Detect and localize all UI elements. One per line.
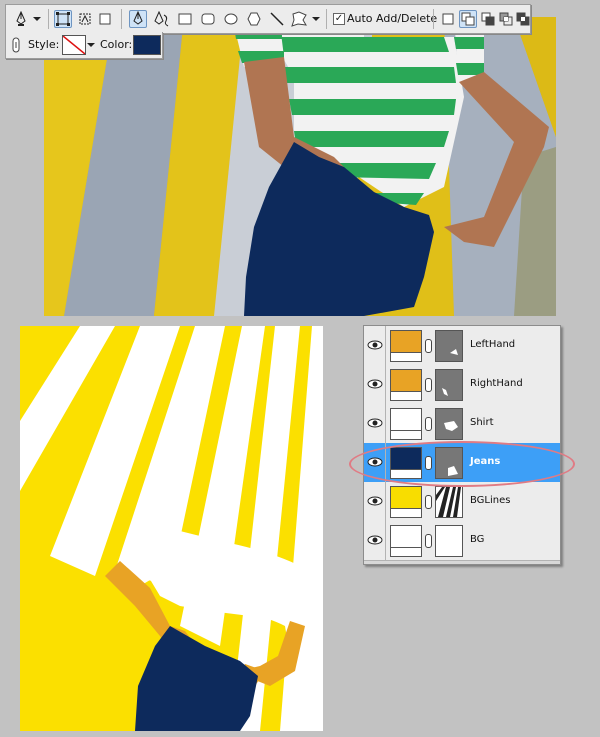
layer-thumbnail [390, 486, 422, 518]
custom-shape-dropdown-icon[interactable] [311, 10, 321, 28]
custom-shape-icon[interactable] [290, 10, 308, 28]
visibility-eye-icon[interactable] [367, 416, 383, 430]
highlight-ellipse [349, 441, 575, 487]
link-chain-icon[interactable] [425, 378, 432, 392]
vector-mask-thumbnail[interactable] [435, 330, 463, 362]
pen-tool-icon[interactable] [129, 10, 147, 28]
options-bar: ✓ Auto Add/Delete [5, 4, 531, 34]
rectangle-tool-icon[interactable] [176, 10, 194, 28]
exclude-shape-icon[interactable] [514, 10, 532, 28]
photo-canvas [44, 17, 556, 316]
layer-row-lefthand[interactable]: LeftHand [364, 326, 560, 366]
vector-mask-thumbnail[interactable] [435, 486, 463, 518]
auto-add-delete-label: Auto Add/Delete [347, 12, 438, 25]
layer-thumbnail [390, 408, 422, 440]
vector-mask-thumbnail[interactable] [435, 525, 463, 557]
subtract-shape-icon[interactable] [479, 10, 497, 28]
layer-name: BGLines [470, 495, 511, 506]
color-swatch[interactable] [133, 35, 161, 55]
ellipse-tool-icon[interactable] [222, 10, 240, 28]
layer-thumbnail [390, 330, 422, 362]
visibility-eye-icon[interactable] [367, 377, 383, 391]
auto-add-delete-checkbox[interactable]: ✓ [333, 13, 345, 25]
pen-tool-preset-icon[interactable] [12, 10, 30, 28]
style-dropdown-icon[interactable] [86, 36, 96, 54]
style-label: Style: [28, 38, 60, 51]
layer-name: RightHand [470, 378, 523, 389]
rounded-rectangle-icon[interactable] [199, 10, 217, 28]
line-tool-icon[interactable] [268, 10, 286, 28]
reference-photo [44, 17, 556, 316]
new-shape-area-icon[interactable] [439, 10, 457, 28]
link-chain-icon[interactable] [425, 417, 432, 431]
link-chain-icon[interactable] [425, 339, 432, 353]
add-to-shape-icon[interactable] [459, 10, 477, 28]
layer-name: Shirt [470, 417, 494, 428]
layer-row-bg[interactable]: BG [364, 521, 560, 561]
layer-row-shirt[interactable]: Shirt [364, 404, 560, 444]
layer-row-bglines[interactable]: BGLines [364, 482, 560, 522]
shape-layers-icon[interactable] [54, 10, 72, 28]
visibility-eye-icon[interactable] [367, 494, 383, 508]
fill-pixels-icon[interactable] [96, 10, 114, 28]
layer-name: LeftHand [470, 339, 516, 350]
vector-mask-thumbnail[interactable] [435, 369, 463, 401]
style-swatch[interactable] [62, 35, 86, 55]
layer-thumbnail [390, 525, 422, 557]
polygon-tool-icon[interactable] [245, 10, 263, 28]
illustration-canvas [20, 326, 323, 731]
visibility-eye-icon[interactable] [367, 533, 383, 547]
intersect-shape-icon[interactable] [497, 10, 515, 28]
layer-thumbnail [390, 369, 422, 401]
layer-name: BG [470, 534, 485, 545]
color-label: Color: [100, 38, 133, 51]
paths-mode-icon[interactable] [76, 10, 94, 28]
vector-illustration [20, 326, 323, 731]
vector-mask-thumbnail[interactable] [435, 408, 463, 440]
layer-row-righthand[interactable]: RightHand [364, 365, 560, 405]
freeform-pen-icon[interactable] [153, 10, 171, 28]
link-chain-icon[interactable] [425, 495, 432, 509]
link-chain-icon[interactable] [425, 534, 432, 548]
preset-dropdown-icon[interactable] [32, 10, 42, 28]
options-bar-row-2: Style: Color: [5, 32, 163, 59]
visibility-eye-icon[interactable] [367, 338, 383, 352]
link-icon[interactable] [10, 36, 22, 54]
